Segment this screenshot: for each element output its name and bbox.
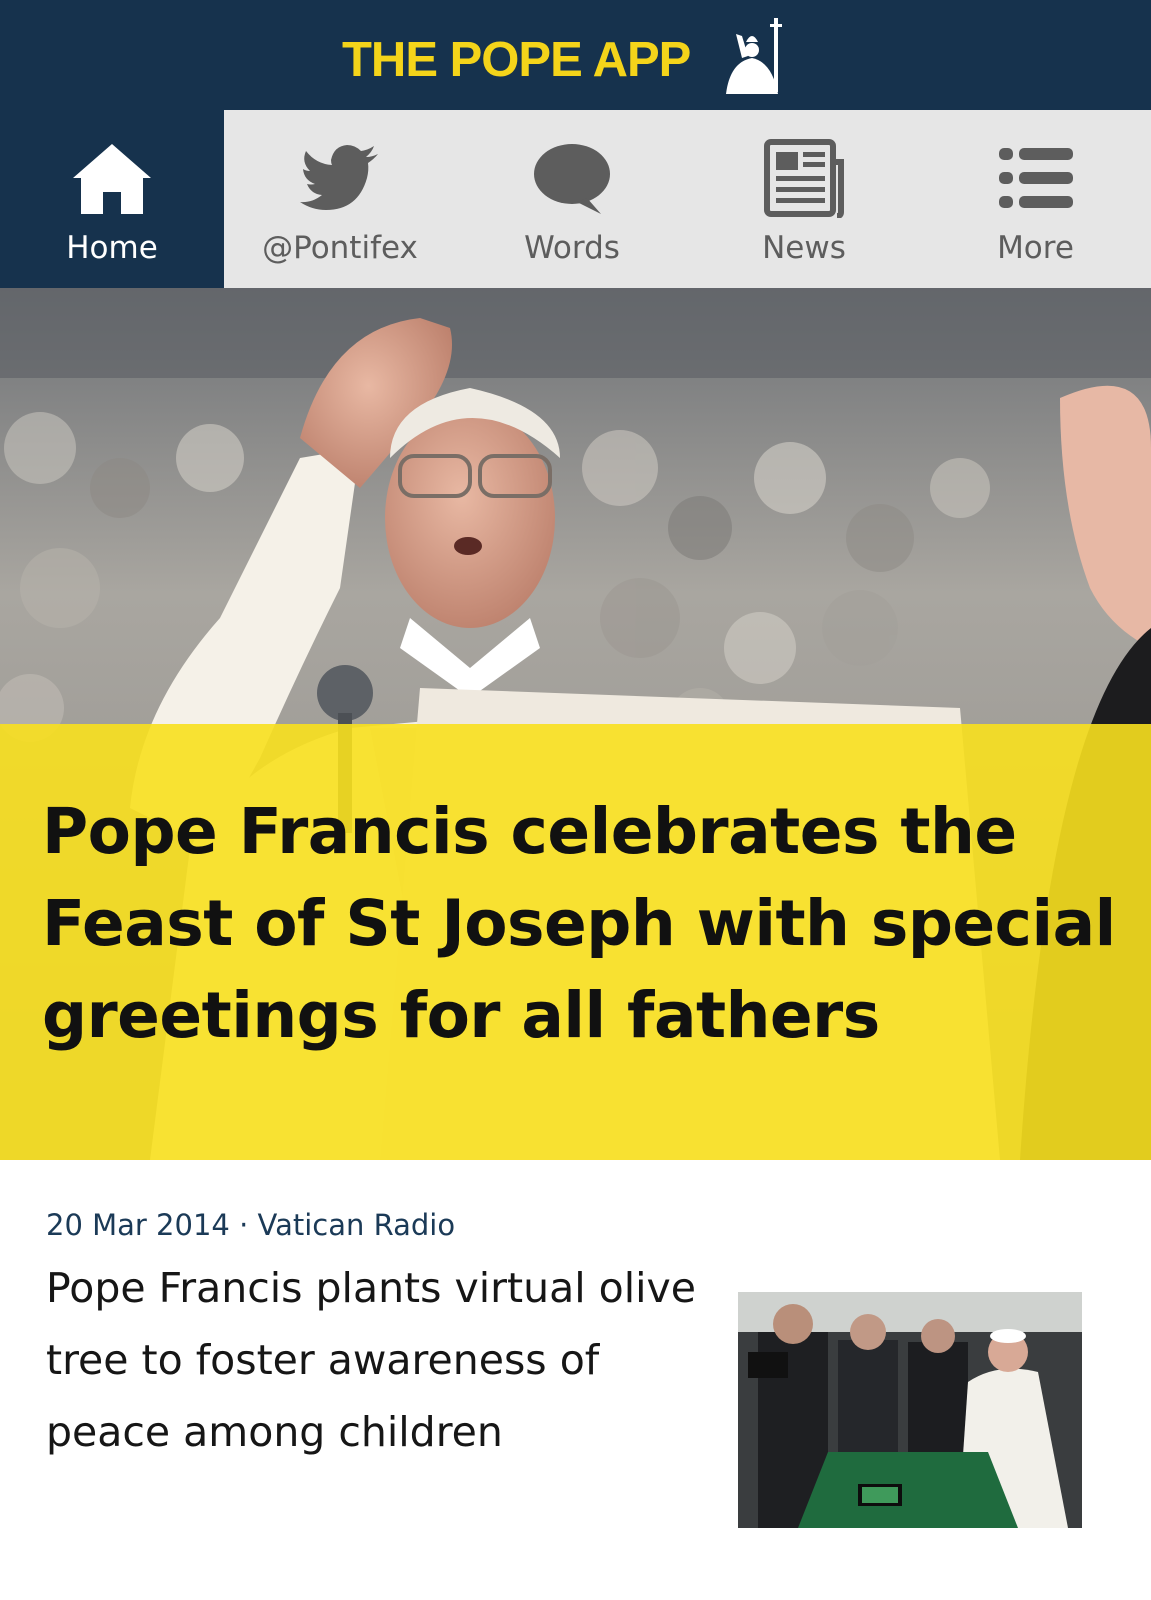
headline-band: Pope Francis celebrates the Feast of St … <box>0 724 1151 1160</box>
article-title: Pope Francis plants virtual olive tree t… <box>46 1264 696 1456</box>
pope-silhouette-icon <box>726 18 782 94</box>
nav-label-pontifex: @Pontifex <box>262 230 418 266</box>
pope-app-screen: THE POPE APP Home @Pontifex Words News M… <box>0 0 1151 1600</box>
nav-label-more: More <box>997 230 1074 266</box>
nav-tab-pontifex[interactable]: @Pontifex <box>224 110 456 288</box>
speech-bubble-icon <box>534 144 610 214</box>
nav-tab-words[interactable]: Words <box>456 110 688 288</box>
list-item[interactable]: 20 Mar 2014 · Vatican Radio Pope Francis… <box>0 1160 1151 1600</box>
article-source: Vatican Radio <box>257 1208 456 1242</box>
meta-separator: · <box>239 1208 249 1242</box>
nav-tab-news[interactable]: News <box>688 110 920 288</box>
article-date: 20 Mar 2014 <box>46 1208 230 1242</box>
nav-label-home: Home <box>66 230 158 266</box>
featured-headline: Pope Francis celebrates the Feast of St … <box>42 795 1116 1052</box>
article-meta: 20 Mar 2014 · Vatican Radio <box>46 1208 455 1242</box>
app-header: THE POPE APP <box>0 0 1151 110</box>
home-icon <box>73 144 151 214</box>
app-title: THE POPE APP <box>342 33 691 87</box>
nav-label-words: Words <box>524 230 620 266</box>
twitter-bird-icon <box>300 145 378 210</box>
newspaper-icon <box>764 139 844 218</box>
pope-tablet-photo <box>738 1292 1082 1528</box>
nav-label-news: News <box>762 230 846 266</box>
nav-tab-home[interactable]: Home <box>0 110 224 288</box>
list-icon <box>998 148 1073 208</box>
featured-story[interactable]: Pope Francis celebrates the Feast of St … <box>0 288 1151 1160</box>
nav-tab-more[interactable]: More <box>920 110 1151 288</box>
main-nav-bar: Home @Pontifex Words News More <box>0 110 1151 288</box>
